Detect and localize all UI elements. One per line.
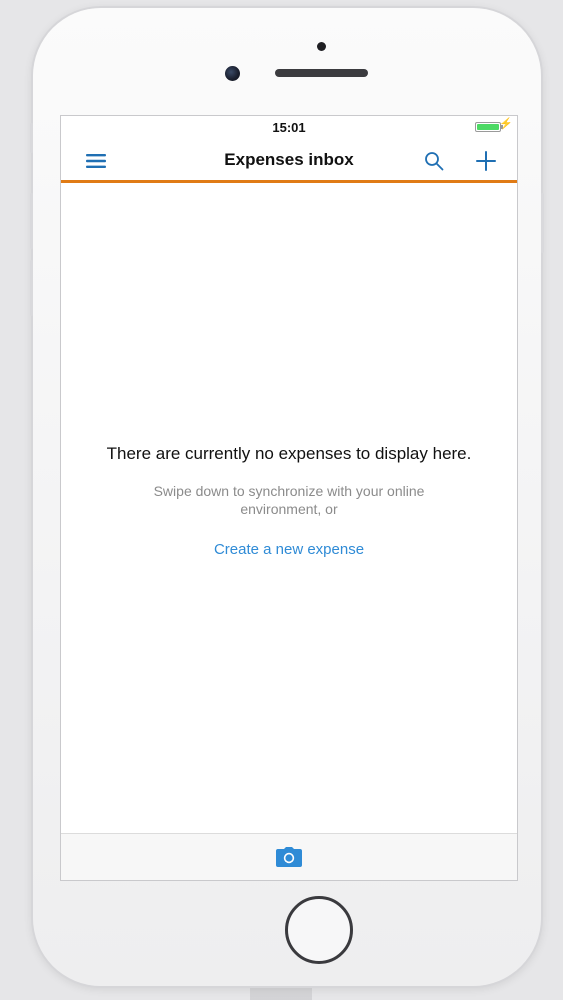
status-bar: 15:01 ⚡ bbox=[61, 116, 517, 140]
home-button[interactable] bbox=[285, 896, 353, 964]
create-expense-link[interactable]: Create a new expense bbox=[61, 541, 517, 558]
plus-icon bbox=[476, 151, 496, 171]
proximity-sensor bbox=[317, 42, 326, 51]
battery-level bbox=[477, 124, 499, 130]
stage: 15:01 ⚡ Expenses inbox There are current… bbox=[0, 0, 563, 1000]
app-screen: 15:01 ⚡ Expenses inbox There are current… bbox=[60, 115, 518, 881]
camera-button[interactable] bbox=[274, 845, 304, 869]
add-expense-button[interactable] bbox=[471, 146, 501, 176]
volume-down-button bbox=[30, 260, 33, 316]
empty-state-title: There are currently no expenses to displ… bbox=[106, 444, 472, 463]
bottom-toolbar bbox=[61, 833, 517, 880]
camera-icon bbox=[276, 847, 302, 867]
search-icon bbox=[425, 152, 444, 171]
power-button bbox=[541, 193, 544, 253]
earpiece-speaker bbox=[275, 69, 368, 77]
volume-up-button bbox=[30, 193, 33, 249]
battery-icon bbox=[475, 122, 503, 132]
mute-switch bbox=[30, 123, 33, 153]
empty-state-subtitle: Swipe down to synchronize with your onli… bbox=[153, 483, 425, 517]
charging-bolt-icon: ⚡ bbox=[499, 118, 513, 130]
navigation-bar: Expenses inbox bbox=[61, 140, 517, 183]
status-time: 15:01 bbox=[272, 120, 306, 135]
front-camera bbox=[225, 66, 240, 81]
search-button[interactable] bbox=[419, 146, 449, 176]
